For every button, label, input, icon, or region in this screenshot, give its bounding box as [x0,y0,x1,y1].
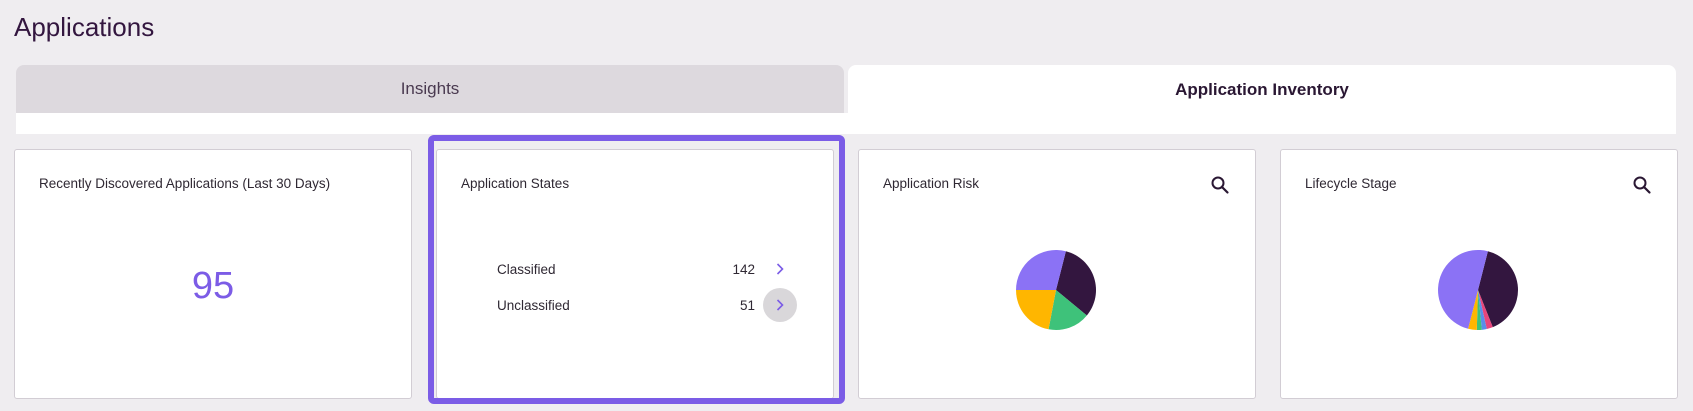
card-title: Application States [461,176,570,191]
risk-pie-chart[interactable] [1014,248,1098,332]
chevron-right-icon[interactable] [763,252,797,286]
card-title: Lifecycle Stage [1305,176,1397,191]
state-count: 142 [732,261,755,277]
search-icon[interactable] [1207,172,1233,198]
state-count: 51 [739,297,755,313]
chevron-right-icon[interactable] [763,288,797,322]
tab-application-inventory[interactable]: Application Inventory [848,65,1676,134]
card-title: Application Risk [883,176,980,191]
card-lifecycle-stage: Lifecycle Stage [1280,149,1678,399]
card-title: Recently Discovered Applications (Last 3… [39,176,331,191]
tab-insights[interactable]: Insights [16,65,844,113]
card-recently-discovered: Recently Discovered Applications (Last 3… [14,149,412,399]
recent-count[interactable]: 95 [15,265,411,308]
card-application-states: Application States Classified 142 Unclas… [436,149,834,399]
lifecycle-pie-chart[interactable] [1436,248,1520,332]
search-icon[interactable] [1629,172,1655,198]
card-application-risk: Application Risk [858,149,1256,399]
state-label: Classified [497,261,556,277]
state-row-unclassified[interactable]: Unclassified 51 [497,288,797,322]
state-row-classified[interactable]: Classified 142 [497,254,797,284]
tab-bar: Insights Application Inventory [16,65,1676,134]
tab-underline-strip [16,113,848,134]
state-label: Unclassified [497,297,570,313]
page-title: Applications [14,12,155,42]
